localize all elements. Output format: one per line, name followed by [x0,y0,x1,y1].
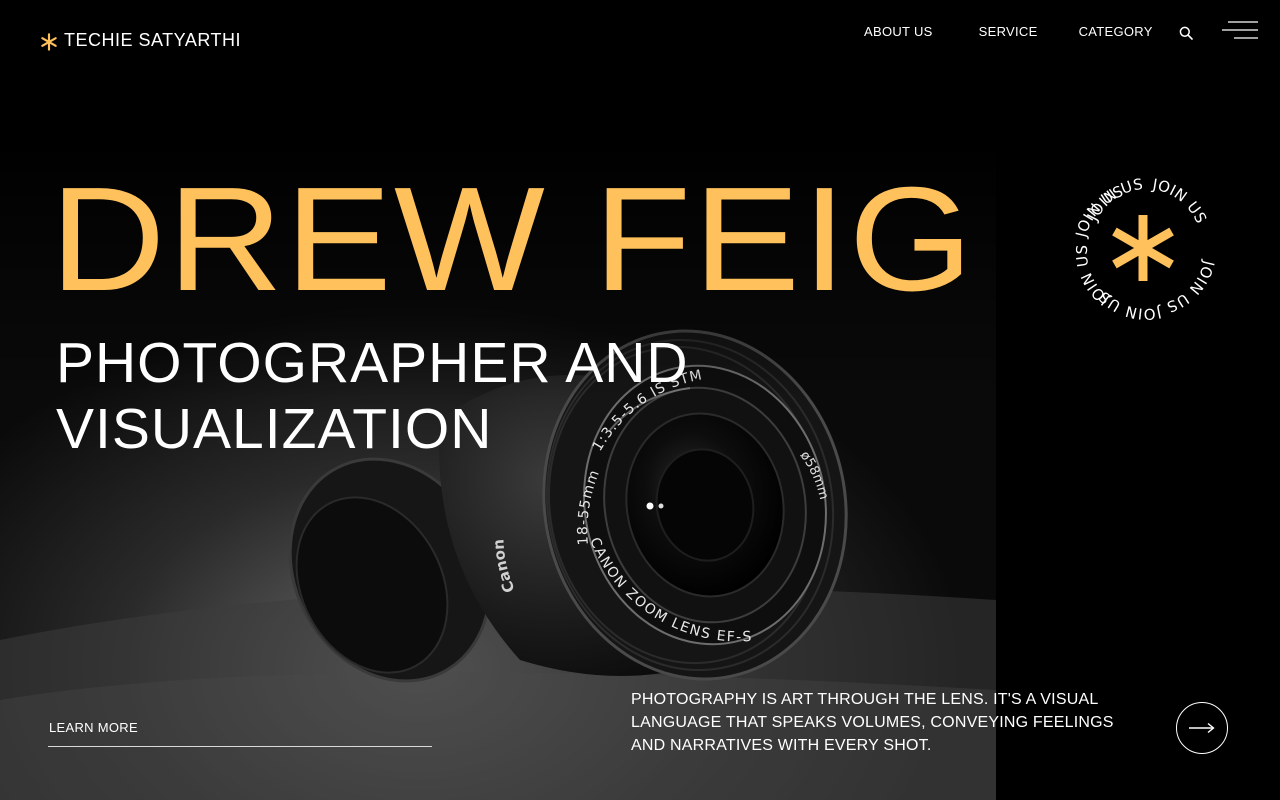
page: 1:3.5-5.6 IS STM 18-55mm CANON ZOOM LENS… [0,0,1280,800]
nav-item-service[interactable]: SERVICE [979,24,1038,39]
brand-logo[interactable]: TECHIE SATYARTHI [40,29,241,51]
brand-name: TECHIE SATYARTHI [64,29,242,50]
hero-subtitle-line-1: PHOTOGRAPHER AND [56,331,689,395]
asterisk-icon [1112,215,1174,281]
svg-text:JOIN US: JOIN US [1164,258,1218,316]
join-us-badge[interactable]: JOIN US JOIN US JOIN US JOIN US JOIN US … [1063,167,1227,331]
next-arrow-button[interactable] [1176,702,1228,754]
search-icon[interactable] [1179,26,1193,40]
hero-description: PHOTOGRAPHY IS ART THROUGH THE LENS. IT'… [631,691,1114,754]
svg-text:JOIN US: JOIN US [1150,175,1210,226]
nav-item-category[interactable]: CATEGORY [1079,24,1153,39]
badge-text: JOIN US [1164,258,1218,316]
nav-item-about-us[interactable]: ABOUT US [864,24,933,39]
hero-title: DREW FEIG [50,157,976,322]
badge-text: JOIN US [1150,175,1210,226]
hamburger-menu-icon[interactable] [1222,21,1258,39]
asterisk-icon [41,33,57,51]
hero-subtitle-line-2: VISUALIZATION [56,397,493,461]
learn-more-underline [48,746,432,747]
learn-more-link[interactable]: LEARN MORE [49,720,138,735]
hero-subtitle: PHOTOGRAPHER AND VISUALIZATION [56,330,689,462]
main-nav: ABOUT US SERVICE CATEGORY [864,22,1193,40]
arrow-right-icon [1189,722,1215,734]
